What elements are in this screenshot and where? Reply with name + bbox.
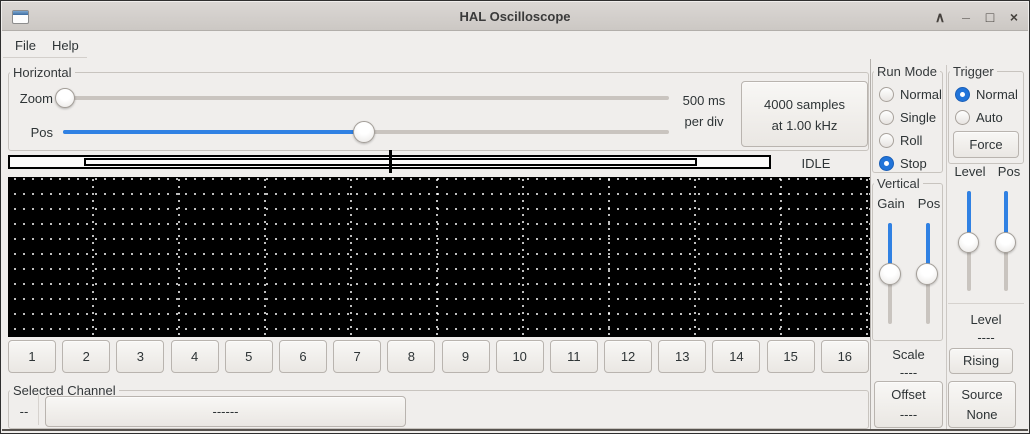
run-mode-legend: Run Mode — [874, 64, 940, 79]
radio-label: Normal — [976, 87, 1018, 102]
channel-button-3[interactable]: 3 — [116, 340, 164, 373]
run-mode-group: Run Mode Normal Single Roll Stop — [872, 71, 943, 173]
radio-label: Auto — [976, 110, 1003, 125]
horizontal-group: Horizontal — [8, 72, 869, 151]
trigger-source-button[interactable]: Source None — [948, 381, 1016, 428]
scale-value: ---- — [872, 365, 945, 380]
horizontal-legend: Horizontal — [10, 65, 75, 80]
trigger-level-slider-label: Level — [952, 164, 988, 179]
channel-button-6[interactable]: 6 — [279, 340, 327, 373]
radio-label: Normal — [900, 87, 942, 102]
timebase-per-div-value: 500 ms — [673, 90, 735, 111]
selected-channel-source-button[interactable]: ------ — [45, 396, 406, 427]
pos-slider-fill — [63, 130, 364, 134]
channel-button-2[interactable]: 2 — [62, 340, 110, 373]
selected-channel-divider — [38, 394, 39, 425]
zoom-slider-track[interactable] — [56, 96, 669, 100]
channel-button-12[interactable]: 12 — [604, 340, 652, 373]
trigger-edge-button[interactable]: Rising — [949, 348, 1013, 374]
close-button[interactable]: × — [1003, 8, 1025, 26]
channel-button-8[interactable]: 8 — [387, 340, 435, 373]
trigger-pos-slider-label: Pos — [993, 164, 1025, 179]
menu-help[interactable]: Help — [52, 37, 79, 54]
trigger-level-value: ---- — [948, 330, 1024, 345]
window-title: HAL Oscilloscope — [2, 9, 1028, 24]
trigger-group: Trigger Normal Auto Force — [948, 71, 1024, 164]
radio-icon[interactable] — [879, 110, 894, 125]
channel-button-16[interactable]: 16 — [821, 340, 869, 373]
channel-button-10[interactable]: 10 — [496, 340, 544, 373]
radio-icon[interactable] — [955, 87, 970, 102]
force-trigger-button[interactable]: Force — [953, 131, 1019, 158]
vertical-pos-label: Pos — [911, 196, 947, 211]
channel-button-14[interactable]: 14 — [712, 340, 760, 373]
offset-caption: Offset — [875, 385, 942, 405]
minimize-button[interactable]: _ — [955, 3, 977, 21]
trigger-source-value: None — [949, 405, 1015, 425]
radio-label: Stop — [900, 156, 927, 171]
window-bottom-edge — [2, 429, 1028, 431]
selected-channel-number: -- — [12, 404, 36, 419]
channel-button-9[interactable]: 9 — [442, 340, 490, 373]
menubar: File Help — [2, 31, 1028, 58]
pos-slider-label: Pos — [15, 125, 53, 140]
vertical-gain-slider-handle[interactable] — [879, 263, 901, 285]
right-columns-divider — [946, 65, 947, 430]
channel-button-11[interactable]: 11 — [550, 340, 598, 373]
trigger-position-tick — [389, 150, 392, 173]
vertical-gain-label: Gain — [873, 196, 909, 211]
offset-value: ---- — [875, 405, 942, 425]
zoom-slider-handle[interactable] — [55, 88, 75, 108]
selected-channel-group: Selected Channel -- ------ — [8, 390, 869, 429]
channel-button-5[interactable]: 5 — [225, 340, 273, 373]
vertical-pos-slider-handle[interactable] — [916, 263, 938, 285]
pos-slider-handle[interactable] — [353, 121, 375, 143]
trigger-level-caption: Level — [948, 312, 1024, 327]
zoom-slider-label: Zoom — [15, 91, 53, 106]
maximize-button[interactable]: □ — [979, 8, 1001, 26]
trigger-source-caption: Source — [949, 385, 1015, 405]
radio-icon[interactable] — [879, 133, 894, 148]
radio-label: Roll — [900, 133, 922, 148]
sample-count: 4000 samples — [742, 94, 867, 115]
radio-icon[interactable] — [955, 110, 970, 125]
scope-display — [8, 177, 870, 337]
timebase-readout: 500 ms per div — [673, 90, 735, 132]
main-right-divider — [870, 59, 871, 430]
trigger-level-slider-handle[interactable] — [958, 232, 979, 253]
capture-status: IDLE — [776, 156, 856, 171]
menubar-divider — [3, 57, 87, 58]
trigger-column-divider — [948, 303, 1024, 304]
offset-button[interactable]: Offset ---- — [874, 381, 943, 428]
radio-label: Single — [900, 110, 936, 125]
menu-file[interactable]: File — [15, 37, 36, 54]
trigger-legend: Trigger — [950, 64, 997, 79]
app-window: HAL Oscilloscope ∧ _ □ × File Help Horiz… — [0, 0, 1030, 434]
channel-button-7[interactable]: 7 — [333, 340, 381, 373]
titlebar: HAL Oscilloscope ∧ _ □ × — [2, 2, 1028, 31]
radio-icon[interactable] — [879, 87, 894, 102]
scale-caption: Scale — [872, 347, 945, 362]
timebase-per-div-units: per div — [673, 111, 735, 132]
sample-rate: at 1.00 kHz — [742, 115, 867, 136]
sample-rate-button[interactable]: 4000 samples at 1.00 kHz — [741, 81, 868, 147]
radio-icon[interactable] — [879, 156, 894, 171]
vertical-legend: Vertical — [874, 176, 923, 191]
channel-button-4[interactable]: 4 — [171, 340, 219, 373]
shade-button[interactable]: ∧ — [929, 8, 951, 26]
channel-button-13[interactable]: 13 — [658, 340, 706, 373]
channel-button-row: 1 2 3 4 5 6 7 8 9 10 11 12 13 14 15 16 — [8, 340, 869, 373]
channel-button-15[interactable]: 15 — [767, 340, 815, 373]
channel-button-1[interactable]: 1 — [8, 340, 56, 373]
trigger-pos-slider-handle[interactable] — [995, 232, 1016, 253]
